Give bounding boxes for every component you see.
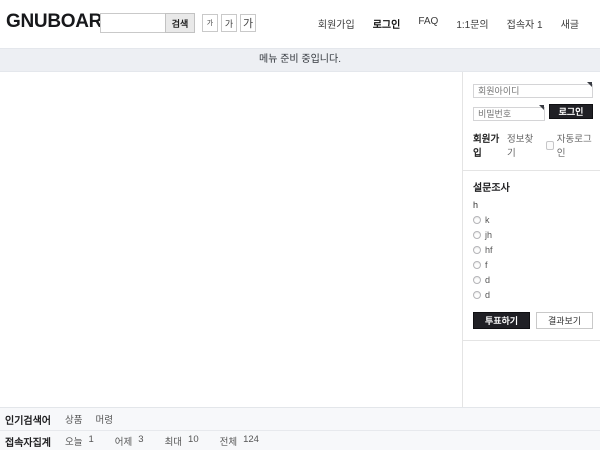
poll-options: k jh hf f d d bbox=[473, 215, 593, 300]
poll-option[interactable]: k bbox=[473, 215, 593, 225]
poll-buttons-row: 투표하기 결과보기 bbox=[473, 312, 593, 329]
password-field-wrap bbox=[473, 104, 545, 122]
search-form: 검색 bbox=[100, 13, 195, 33]
visitor-stats-label: 접속자집계 bbox=[5, 434, 65, 449]
keyword-link[interactable]: 머령 bbox=[95, 412, 112, 426]
stat-label: 오늘 bbox=[65, 434, 82, 448]
font-size-small-button[interactable]: 가 bbox=[202, 14, 218, 32]
radio-icon[interactable] bbox=[473, 231, 481, 239]
poll-option[interactable]: d bbox=[473, 290, 593, 300]
login-button[interactable]: 로그인 bbox=[549, 104, 593, 119]
poll-question: h bbox=[473, 200, 593, 210]
poll-option-label: hf bbox=[485, 245, 493, 255]
search-button[interactable]: 검색 bbox=[165, 13, 195, 33]
sidebar: 로그인 회원가입 정보찾기 자동로그인 설문조사 h k jh hf f d d bbox=[462, 72, 600, 407]
nav-faq[interactable]: FAQ bbox=[409, 16, 447, 31]
radio-icon[interactable] bbox=[473, 246, 481, 254]
password-input[interactable] bbox=[473, 107, 545, 121]
poll-option-label: d bbox=[485, 275, 490, 285]
auto-login-label: 자동로그인 bbox=[557, 131, 593, 159]
font-size-medium-button[interactable]: 가 bbox=[221, 14, 237, 32]
poll-result-button[interactable]: 결과보기 bbox=[536, 312, 593, 329]
signup-link[interactable]: 회원가입 bbox=[473, 131, 502, 159]
search-input[interactable] bbox=[100, 13, 166, 33]
font-size-controls: 가 가 가 bbox=[202, 14, 256, 32]
poll-title: 설문조사 bbox=[473, 179, 593, 194]
popular-keywords-label: 인기검색어 bbox=[5, 412, 65, 427]
top-nav: 회원가입 로그인 FAQ 1:1문의 접속자 1 새글 bbox=[309, 16, 588, 31]
poll-option-label: k bbox=[485, 215, 490, 225]
poll-option[interactable]: jh bbox=[473, 230, 593, 240]
stat-label: 최대 bbox=[165, 434, 182, 448]
find-info-link[interactable]: 정보찾기 bbox=[507, 131, 536, 159]
nav-new-posts[interactable]: 새글 bbox=[552, 16, 588, 31]
vote-button[interactable]: 투표하기 bbox=[473, 312, 530, 329]
stat-value: 124 bbox=[243, 434, 259, 448]
stat-total: 전체 124 bbox=[220, 434, 259, 448]
auto-login-checkbox[interactable] bbox=[546, 141, 554, 150]
visitor-stats-row: 접속자집계 오늘 1 어제 3 최대 10 전체 124 bbox=[0, 431, 600, 451]
sidebar-divider bbox=[463, 340, 600, 341]
stat-today: 오늘 1 bbox=[65, 434, 94, 448]
poll-option[interactable]: d bbox=[473, 275, 593, 285]
poll-option-label: d bbox=[485, 290, 490, 300]
stat-max: 최대 10 bbox=[165, 434, 199, 448]
page-footer: 인기검색어 상품 머령 접속자집계 오늘 1 어제 3 최대 10 전체 124 bbox=[0, 407, 600, 450]
radio-icon[interactable] bbox=[473, 291, 481, 299]
nav-connected-users[interactable]: 접속자 1 bbox=[498, 16, 552, 31]
font-size-large-button[interactable]: 가 bbox=[240, 14, 256, 32]
main-content-empty bbox=[0, 72, 462, 407]
poll-option-label: jh bbox=[485, 230, 492, 240]
nav-qna[interactable]: 1:1문의 bbox=[447, 16, 497, 31]
stat-yesterday: 어제 3 bbox=[115, 434, 144, 448]
menu-notice-text: 메뉴 준비 중입니다. bbox=[259, 54, 341, 65]
stat-value: 1 bbox=[88, 434, 93, 448]
password-row: 로그인 bbox=[473, 104, 593, 122]
poll-option-label: f bbox=[485, 260, 488, 270]
member-id-field-wrap bbox=[473, 81, 593, 99]
login-links-row: 회원가입 정보찾기 자동로그인 bbox=[473, 131, 593, 159]
keyword-link[interactable]: 상품 bbox=[65, 412, 82, 426]
poll-option[interactable]: f bbox=[473, 260, 593, 270]
radio-icon[interactable] bbox=[473, 216, 481, 224]
member-id-input[interactable] bbox=[473, 84, 593, 98]
stat-label: 전체 bbox=[220, 434, 237, 448]
main-wrapper: 로그인 회원가입 정보찾기 자동로그인 설문조사 h k jh hf f d d bbox=[0, 72, 600, 407]
radio-icon[interactable] bbox=[473, 261, 481, 269]
nav-login[interactable]: 로그인 bbox=[364, 16, 410, 31]
menu-bar: 메뉴 준비 중입니다. bbox=[0, 48, 600, 72]
poll-option[interactable]: hf bbox=[473, 245, 593, 255]
sidebar-divider bbox=[463, 170, 600, 171]
poll-box: 설문조사 h k jh hf f d d 투표하기 결과보기 bbox=[473, 179, 593, 329]
site-header: GNUBOARD5 검색 가 가 가 회원가입 로그인 FAQ 1:1문의 접속… bbox=[0, 0, 600, 48]
stat-label: 어제 bbox=[115, 434, 132, 448]
nav-signup[interactable]: 회원가입 bbox=[309, 16, 364, 31]
popular-keywords-row: 인기검색어 상품 머령 bbox=[0, 408, 600, 431]
stat-value: 10 bbox=[188, 434, 199, 448]
stat-value: 3 bbox=[138, 434, 143, 448]
login-box: 로그인 회원가입 정보찾기 자동로그인 bbox=[473, 81, 593, 159]
radio-icon[interactable] bbox=[473, 276, 481, 284]
